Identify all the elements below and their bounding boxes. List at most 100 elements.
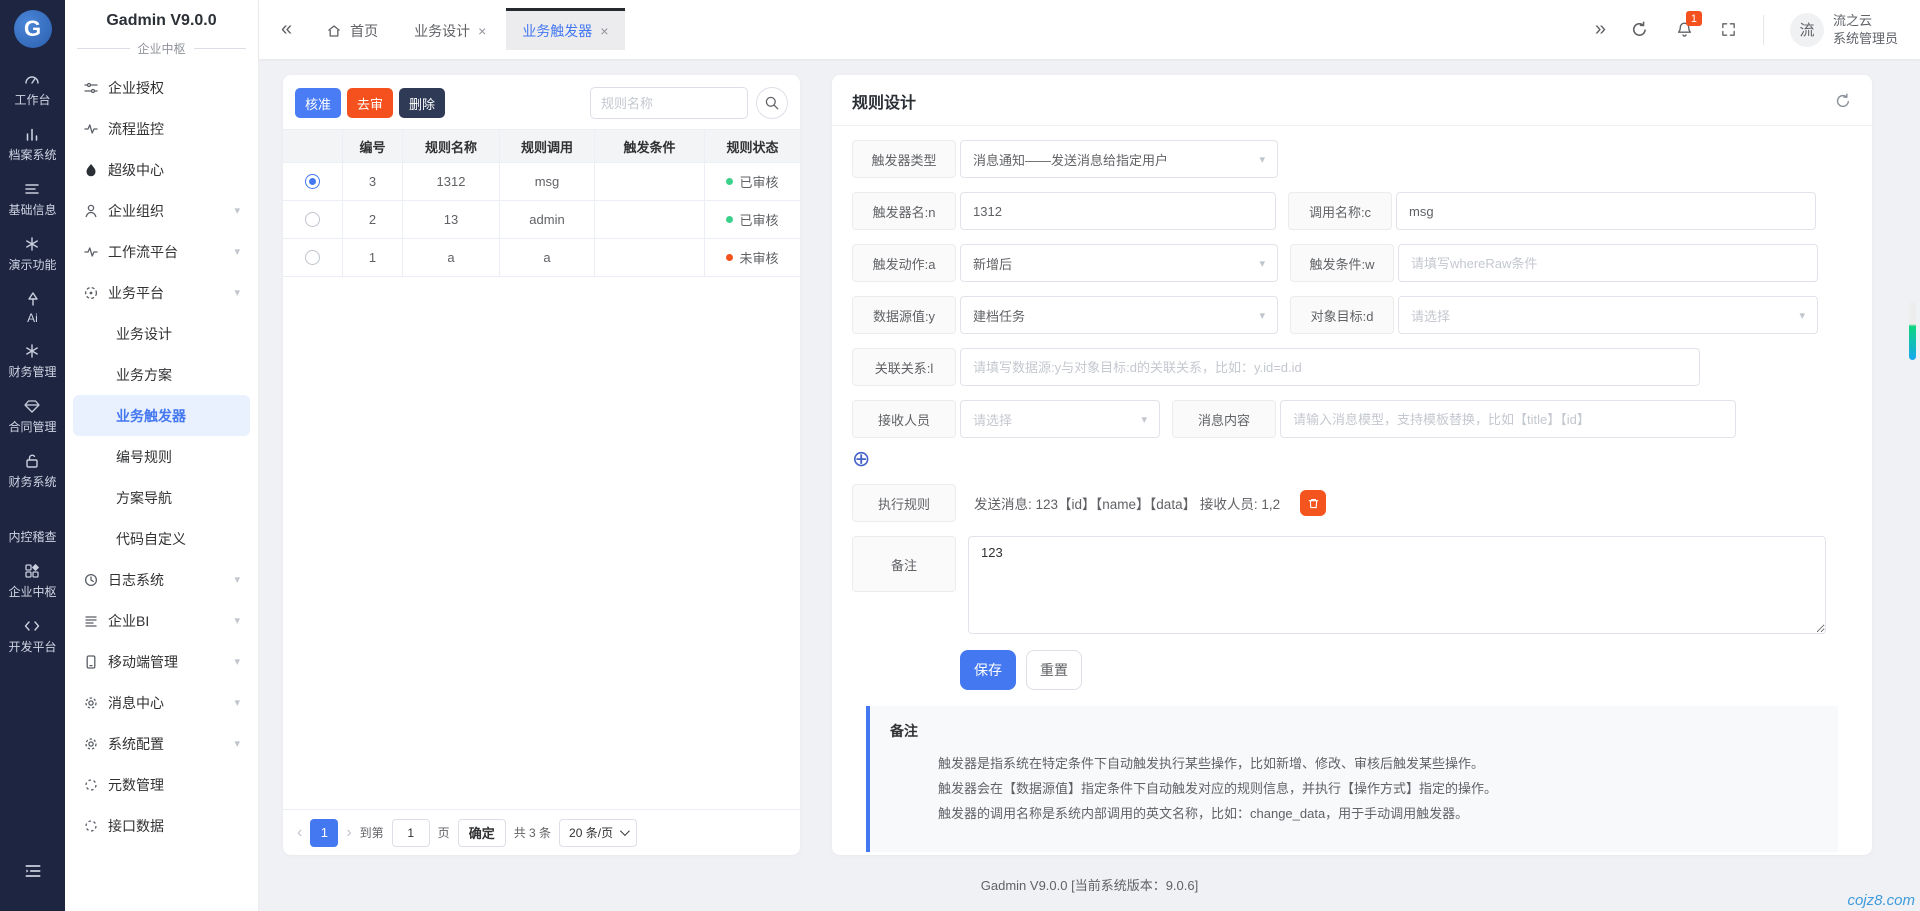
rail-item-basicinfo[interactable]: 基础信息: [8, 180, 56, 218]
more-tabs-icon[interactable]: »: [1595, 18, 1604, 41]
rail-item-finance-mgmt[interactable]: 财务管理: [8, 342, 56, 380]
collapse-sidebar-icon[interactable]: «: [281, 18, 290, 41]
search-input[interactable]: [590, 87, 748, 119]
field-label-call-name: 调用名称:c: [1288, 192, 1392, 230]
rail-item-finance-sys[interactable]: 财务系统: [8, 452, 56, 490]
status-dot-red: [726, 254, 733, 261]
page-size-select[interactable]: 20 条/页: [559, 819, 637, 847]
current-page-button[interactable]: 1: [310, 819, 338, 847]
table-cell: [595, 239, 705, 277]
search-box: [590, 87, 788, 119]
sidebar-item-code-custom[interactable]: 代码自定义: [73, 518, 250, 559]
add-rule-button[interactable]: ⊕: [852, 448, 870, 470]
sidebar-section-label: 企业中枢: [65, 40, 258, 61]
sidebar-item-message-center[interactable]: 消息中心 ▾: [73, 682, 250, 723]
rail-item-dev-platform[interactable]: 开发平台: [8, 617, 56, 655]
user-menu[interactable]: 流 流之云 系统管理员: [1790, 12, 1898, 47]
rule-form: 触发器类型 消息通知——发送消息给指定用户 ▾ 触发器名:n: [832, 126, 1872, 852]
panel-title: 规则设计: [852, 89, 916, 113]
scrollbar-thumb[interactable]: [1909, 302, 1916, 360]
sidebar-item-business-platform[interactable]: 业务平台 ▾: [73, 272, 250, 313]
sidebar-item-mobile-mgmt[interactable]: 移动端管理 ▾: [73, 641, 250, 682]
app-logo[interactable]: G: [14, 10, 52, 48]
refresh-icon[interactable]: [1630, 20, 1649, 39]
approve-button[interactable]: 核准: [295, 88, 341, 118]
sidebar-item-super-center[interactable]: 超级中心: [73, 149, 250, 190]
rail-item-contract[interactable]: 合同管理: [8, 397, 56, 435]
tab-bar: « 首页 业务设计 × 业务触发器 × »: [259, 0, 1920, 59]
rail-item-enterprise-hub[interactable]: 企业中枢: [8, 562, 56, 600]
rail-item-ai[interactable]: Ai: [24, 290, 42, 325]
next-page-icon[interactable]: ›: [346, 824, 351, 842]
gauge-icon: [23, 70, 41, 88]
sidebar-item-meta-mgmt[interactable]: 元数管理: [73, 764, 250, 805]
chevron-down-icon: ▾: [234, 737, 240, 750]
row-select-radio[interactable]: [305, 212, 320, 227]
pagination: ‹ 1 › 到第 页 确定 共 3 条 20 条/页: [283, 809, 800, 855]
sidebar-item-business-design[interactable]: 业务设计: [73, 313, 250, 354]
search-button[interactable]: [756, 87, 788, 119]
unapprove-button[interactable]: 去审: [347, 88, 393, 118]
row-select-radio[interactable]: [305, 250, 320, 265]
fullscreen-icon[interactable]: [1720, 21, 1737, 38]
sidebar-item-enterprise-org[interactable]: 企业组织 ▾: [73, 190, 250, 231]
receiver-select[interactable]: 请选择 ▾: [960, 400, 1160, 438]
rule-design-panel: 规则设计 触发器类型 消息通知——发送消息给指定用户 ▾: [832, 75, 1872, 855]
sidebar-item-system-config[interactable]: 系统配置 ▾: [73, 723, 250, 764]
save-button[interactable]: 保存: [960, 650, 1016, 690]
sliders-icon: [83, 80, 99, 96]
code-icon: [23, 617, 41, 635]
sidebar-item-log-system[interactable]: 日志系统 ▾: [73, 559, 250, 600]
tab-business-design[interactable]: 业务设计 ×: [398, 8, 502, 50]
close-icon[interactable]: ×: [600, 23, 608, 39]
panel-refresh-icon[interactable]: [1834, 92, 1852, 110]
remark-textarea[interactable]: 123: [968, 536, 1826, 634]
goto-page-input[interactable]: [392, 819, 430, 847]
table-cell: admin: [500, 201, 595, 239]
rail-item-workbench[interactable]: 工作台: [14, 70, 50, 108]
sidebar-item-numbering-rule[interactable]: 编号规则: [73, 436, 250, 477]
trigger-type-select[interactable]: 消息通知——发送消息给指定用户 ▾: [960, 140, 1278, 178]
table-cell-radio: [283, 163, 343, 201]
goto-confirm-button[interactable]: 确定: [458, 819, 506, 847]
sidebar-item-process-monitor[interactable]: 流程监控: [73, 108, 250, 149]
table-cell: a: [403, 239, 500, 277]
sidebar-item-business-trigger[interactable]: 业务触发器: [73, 395, 250, 436]
rail-collapse-button[interactable]: [23, 862, 43, 880]
object-target-select[interactable]: 请选择 ▾: [1398, 296, 1818, 334]
trigger-name-input[interactable]: [960, 192, 1276, 230]
close-icon[interactable]: ×: [478, 23, 486, 39]
message-content-input[interactable]: [1280, 400, 1736, 438]
row-select-radio[interactable]: [305, 174, 320, 189]
pulse-icon: [83, 244, 99, 260]
list-icon: [23, 180, 41, 198]
tab-home[interactable]: 首页: [310, 8, 394, 50]
sidebar-item-enterprise-auth[interactable]: 企业授权: [73, 67, 250, 108]
drop-icon: [83, 162, 99, 178]
reset-button[interactable]: 重置: [1026, 650, 1082, 690]
sidebar-item-plan-nav[interactable]: 方案导航: [73, 477, 250, 518]
data-source-select[interactable]: 建档任务 ▾: [960, 296, 1278, 334]
sidebar-item-workflow-platform[interactable]: 工作流平台 ▾: [73, 231, 250, 272]
relation-input[interactable]: [960, 348, 1700, 386]
user-icon: [83, 203, 99, 219]
delete-rule-button[interactable]: [1300, 490, 1326, 516]
chevron-down-icon: ▾: [234, 696, 240, 709]
call-name-input[interactable]: [1396, 192, 1816, 230]
sidebar-item-business-plan[interactable]: 业务方案: [73, 354, 250, 395]
delete-button[interactable]: 删除: [399, 88, 445, 118]
divider: [1763, 15, 1764, 45]
rail-item-archives[interactable]: 档案系统: [8, 125, 56, 163]
trigger-condition-input[interactable]: [1398, 244, 1818, 282]
status-badge: 已审核: [739, 172, 778, 191]
sidebar-item-api-data[interactable]: 接口数据: [73, 805, 250, 846]
trigger-action-select[interactable]: 新增后 ▾: [960, 244, 1278, 282]
tab-business-trigger[interactable]: 业务触发器 ×: [506, 8, 624, 50]
rail-item-audit[interactable]: 内控稽查: [8, 507, 56, 545]
prev-page-icon[interactable]: ‹: [297, 824, 302, 842]
sidebar-item-enterprise-bi[interactable]: 企业BI ▾: [73, 600, 250, 641]
notifications-bell-icon[interactable]: 1: [1675, 20, 1694, 39]
rail-item-demo[interactable]: 演示功能: [8, 235, 56, 273]
status-dot-green: [726, 216, 733, 223]
module-rail: G 工作台 档案系统 基础信息 演示功能 Ai 财务管理 合同管理: [0, 0, 65, 911]
